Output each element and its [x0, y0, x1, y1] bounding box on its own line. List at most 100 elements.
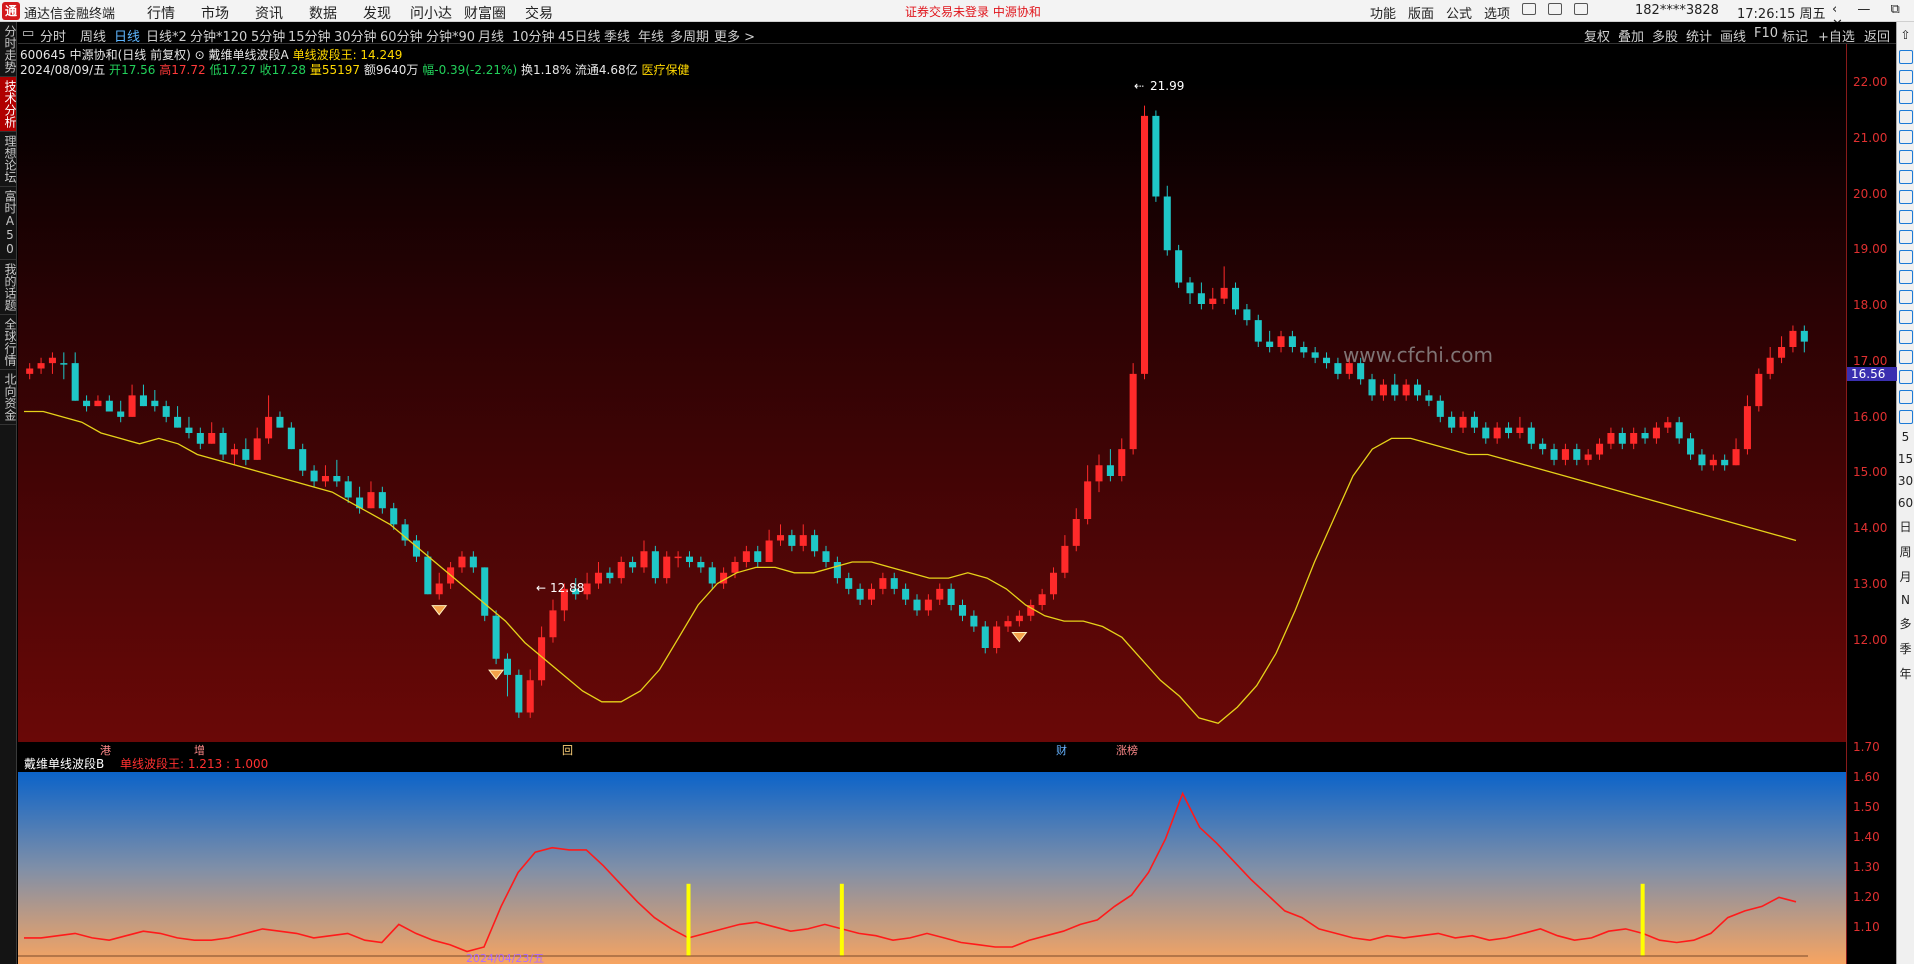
menu-function[interactable]: 功能 [1370, 3, 1396, 22]
candle-body[interactable] [1778, 347, 1786, 358]
candle-body[interactable] [1709, 459, 1717, 466]
indicator-name[interactable]: 戴维单线波段A [209, 48, 289, 62]
right-period-multi[interactable]: 多 [1897, 615, 1914, 632]
candle-body[interactable] [1618, 433, 1626, 444]
candle-body[interactable] [1106, 465, 1114, 476]
candle-body[interactable] [253, 438, 261, 460]
candle-body[interactable] [1402, 384, 1410, 396]
candle-body[interactable] [1277, 336, 1285, 347]
candle-body[interactable] [1379, 384, 1387, 396]
candle-body[interactable] [890, 578, 898, 589]
tab-topics[interactable]: 我的话题 [0, 260, 17, 315]
event-financial[interactable]: 财 [1056, 743, 1067, 757]
menu-item-wealth[interactable]: 财富圈 [458, 3, 512, 23]
candle-body[interactable] [105, 400, 113, 412]
menu-formula[interactable]: 公式 [1446, 3, 1472, 22]
candle-body[interactable] [936, 588, 944, 600]
candle-body[interactable] [1266, 341, 1274, 347]
candle-body[interactable] [1596, 443, 1604, 455]
menu-item-market2[interactable]: 市场 [188, 3, 242, 23]
candle-body[interactable] [1163, 196, 1171, 251]
candle-body[interactable] [1414, 384, 1422, 396]
candle-body[interactable] [811, 535, 819, 552]
candle-body[interactable] [981, 626, 989, 649]
candle-body[interactable] [1220, 287, 1228, 299]
candle-body[interactable] [958, 605, 967, 616]
candle-body[interactable] [1561, 449, 1569, 460]
candle-body[interactable] [1288, 336, 1296, 347]
right-num-30[interactable]: 30 [1897, 474, 1914, 488]
right-period-quarter[interactable]: 季 [1897, 640, 1914, 657]
candle-body[interactable] [1505, 427, 1513, 433]
candle-body[interactable] [162, 406, 170, 417]
right-tool-icon-13[interactable] [1899, 290, 1913, 304]
candle-body[interactable] [1664, 422, 1672, 428]
candle-body[interactable] [549, 610, 557, 638]
candle-body[interactable] [1038, 594, 1046, 605]
period-120m[interactable]: 分钟*120 [190, 26, 247, 45]
period-90m[interactable]: 分钟*90 [426, 26, 475, 45]
candle-body[interactable] [1209, 298, 1217, 304]
tool-draw[interactable]: 画线 [1720, 26, 1746, 45]
candle-body[interactable] [822, 551, 830, 562]
candle-body[interactable] [1061, 545, 1069, 573]
candle-body[interactable] [83, 400, 91, 407]
candle-body[interactable] [208, 433, 216, 444]
candle-body[interactable] [1800, 330, 1808, 342]
mail-icon[interactable] [1574, 3, 1589, 15]
candle-body[interactable] [526, 680, 534, 713]
candle-body[interactable] [26, 368, 34, 374]
candle-body[interactable] [776, 535, 785, 541]
tab-northbound[interactable]: 北向资金 [0, 370, 17, 425]
right-tool-icon-5[interactable] [1899, 130, 1913, 144]
candle-body[interactable] [1721, 459, 1729, 466]
candle-body[interactable] [94, 400, 102, 407]
candle-body[interactable] [1675, 422, 1683, 439]
candle-body[interactable] [458, 556, 466, 568]
candle-body[interactable] [731, 562, 739, 573]
event-hk[interactable]: 港 [100, 744, 111, 757]
tool-adjust[interactable]: 复权 [1584, 26, 1610, 45]
right-tool-icon-11[interactable] [1899, 250, 1913, 264]
period-60m[interactable]: 60分钟 [380, 26, 423, 45]
kline-chart[interactable]: 21.99 ⇠ 12.88 ← www.cfchi.com 港 增 回 财 涨榜… [18, 44, 1846, 964]
tab-forum[interactable]: 理想论坛 [0, 132, 17, 187]
candle-body[interactable] [1698, 454, 1706, 466]
candle-body[interactable] [174, 416, 182, 428]
tab-a50[interactable]: 富时A50 [0, 187, 17, 260]
candle-body[interactable] [287, 427, 295, 450]
candle-body[interactable] [594, 572, 603, 584]
candle-body[interactable] [685, 556, 694, 562]
candle-body[interactable] [128, 395, 136, 417]
candle-body[interactable] [1084, 481, 1092, 519]
right-tool-icon-6[interactable] [1899, 150, 1913, 164]
candle-body[interactable] [1231, 287, 1240, 310]
candle-body[interactable] [856, 588, 864, 600]
right-tool-icon-16[interactable] [1899, 350, 1913, 364]
menu-item-market[interactable]: 行情 [134, 3, 188, 23]
candle-body[interactable] [230, 449, 238, 455]
menu-item-news[interactable]: 资讯 [242, 3, 296, 23]
period-tick-icon[interactable]: ▭ [22, 26, 34, 41]
period-30m[interactable]: 30分钟 [334, 26, 377, 45]
menu-item-discover[interactable]: 发现 [350, 3, 404, 23]
candle-body[interactable] [492, 615, 500, 659]
candle-body[interactable] [299, 449, 307, 471]
period-day2[interactable]: 日线*2 [146, 26, 187, 45]
candle-body[interactable] [867, 588, 876, 600]
candle-body[interactable] [424, 556, 432, 595]
candle-body[interactable] [993, 626, 1001, 649]
candle-body[interactable] [902, 588, 910, 600]
candle-body[interactable] [788, 535, 796, 546]
candle-body[interactable] [435, 583, 443, 595]
menu-item-trade[interactable]: 交易 [512, 3, 566, 23]
right-period-n[interactable]: N [1897, 593, 1914, 607]
tool-overlay[interactable]: 叠加 [1618, 26, 1644, 45]
candle-body[interactable] [60, 363, 68, 365]
candle-body[interactable] [1004, 621, 1012, 627]
candle-body[interactable] [1482, 427, 1490, 439]
candle-body[interactable] [1140, 115, 1149, 374]
period-week[interactable]: 周线 [80, 26, 106, 45]
candle-body[interactable] [1516, 427, 1524, 433]
account-id[interactable]: 182****3828 [1635, 3, 1719, 18]
